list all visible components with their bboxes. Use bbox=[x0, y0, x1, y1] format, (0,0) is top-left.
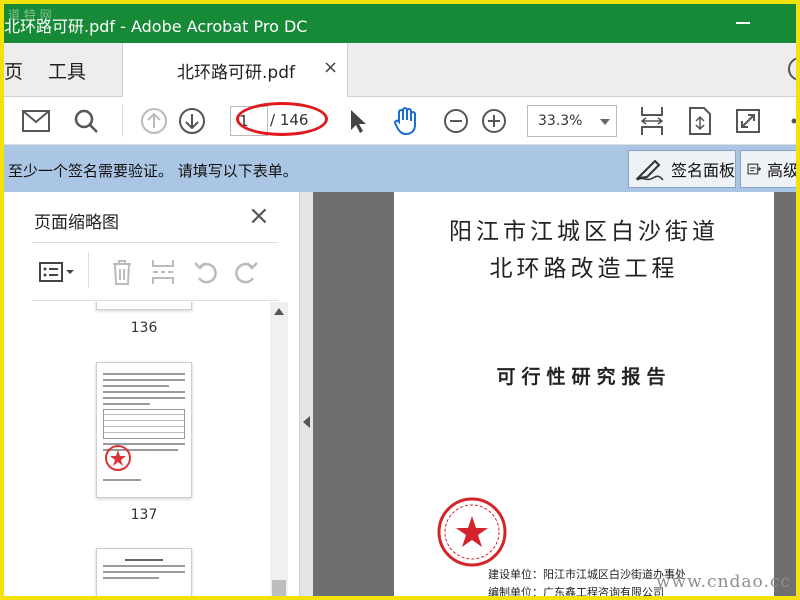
thumbnail-panel-title: 页面缩略图 bbox=[34, 213, 119, 233]
advanced-form-icon bbox=[747, 163, 761, 175]
search-icon[interactable] bbox=[70, 105, 102, 137]
official-seal-icon bbox=[437, 497, 507, 567]
compiler-line: 编制单位：广东鑫工程咨询有限公司 bbox=[488, 586, 664, 596]
stamp-icon bbox=[105, 445, 131, 471]
signature-panel-label: 签名面板 bbox=[670, 161, 735, 180]
title-bar: 北环路可研.pdf - Adobe Acrobat Pro DC 道 特 网 bbox=[4, 4, 796, 43]
tab-document[interactable]: 北环路可研.pdf × bbox=[122, 43, 348, 97]
thumbnail-panel: 页面缩略图 × 136 137 bbox=[4, 192, 299, 596]
document-view[interactable]: 阳江市江城区白沙街道 北环路改造工程 可行性研究报告 建设单位：阳江市江城区白沙… bbox=[313, 192, 796, 596]
thumbnail-list: 136 137 bbox=[32, 302, 288, 596]
advanced-button[interactable]: 高级 bbox=[740, 150, 796, 188]
full-screen-icon[interactable] bbox=[732, 105, 764, 137]
rotate-left-icon[interactable] bbox=[192, 256, 220, 288]
main-toolbar: 1 / 146 33.3% bbox=[4, 97, 796, 145]
page-label: 136 bbox=[130, 320, 158, 336]
chevron-down-icon bbox=[600, 119, 610, 125]
zoom-value: 33.3% bbox=[538, 113, 583, 129]
help-icon[interactable] bbox=[788, 57, 796, 81]
collapse-panel-icon[interactable] bbox=[303, 416, 310, 428]
signature-pen-icon bbox=[635, 159, 664, 181]
tab-tools[interactable]: 工具 bbox=[48, 57, 86, 84]
email-icon[interactable] bbox=[20, 105, 52, 137]
zoom-select[interactable]: 33.3% bbox=[527, 105, 617, 137]
panel-divider bbox=[32, 242, 278, 243]
scroll-up-icon[interactable] bbox=[274, 308, 284, 315]
fit-page-icon[interactable] bbox=[684, 105, 716, 137]
panel-splitter[interactable] bbox=[299, 192, 313, 596]
advanced-label: 高级 bbox=[766, 161, 796, 180]
fit-width-icon[interactable] bbox=[636, 105, 668, 137]
previous-page-icon[interactable] bbox=[138, 105, 170, 137]
notice-message: 至少一个签名需要验证。 请填写以下表单。 bbox=[8, 162, 298, 180]
document-title-line2: 北环路改造工程 bbox=[489, 256, 679, 282]
document-subtitle: 可行性研究报告 bbox=[496, 366, 672, 388]
delete-page-icon[interactable] bbox=[110, 256, 134, 288]
thumbnail-options-icon[interactable] bbox=[38, 256, 76, 288]
select-tool-icon[interactable] bbox=[342, 105, 374, 137]
zoom-out-icon[interactable] bbox=[440, 105, 472, 137]
document-tab-label: 北环路可研.pdf bbox=[177, 63, 295, 83]
next-page-icon[interactable] bbox=[176, 105, 208, 137]
panel-divider bbox=[32, 300, 278, 301]
app-window: 北环路可研.pdf - Adobe Acrobat Pro DC 道 特 网 页… bbox=[4, 4, 796, 596]
toolbar-divider bbox=[122, 105, 123, 137]
rotate-right-icon[interactable] bbox=[232, 256, 260, 288]
page-thumbnail-136[interactable] bbox=[96, 302, 192, 310]
panel-tool-divider bbox=[88, 252, 89, 288]
signature-notice-bar: 至少一个签名需要验证。 请填写以下表单。 签名面板 高级 bbox=[4, 145, 796, 192]
title-watermark: 道 特 网 bbox=[8, 8, 52, 22]
tab-home[interactable]: 页 bbox=[4, 57, 23, 84]
site-watermark: www.cndao.cc bbox=[656, 572, 791, 592]
close-panel-icon[interactable]: × bbox=[248, 203, 270, 229]
signature-panel-button[interactable]: 签名面板 bbox=[628, 150, 736, 188]
hand-tool-icon[interactable] bbox=[390, 105, 422, 137]
page-label: 137 bbox=[130, 507, 158, 523]
insert-page-icon[interactable] bbox=[150, 256, 176, 288]
annotation-oval bbox=[236, 102, 328, 136]
tab-bar: 页 工具 北环路可研.pdf × bbox=[4, 43, 796, 97]
document-title-line1: 阳江市江城区白沙街道 bbox=[449, 219, 719, 245]
document-page: 阳江市江城区白沙街道 北环路改造工程 可行性研究报告 建设单位：阳江市江城区白沙… bbox=[394, 192, 774, 596]
page-thumbnail-138[interactable] bbox=[96, 548, 192, 596]
zoom-in-icon[interactable] bbox=[478, 105, 510, 137]
minimize-button[interactable] bbox=[736, 22, 750, 24]
more-tools-icon[interactable] bbox=[778, 105, 796, 137]
page-thumbnail-137[interactable] bbox=[96, 362, 192, 498]
close-tab-icon[interactable]: × bbox=[323, 57, 338, 78]
scrollbar-thumb[interactable] bbox=[272, 580, 286, 596]
thumbnail-scrollbar[interactable] bbox=[270, 302, 288, 596]
